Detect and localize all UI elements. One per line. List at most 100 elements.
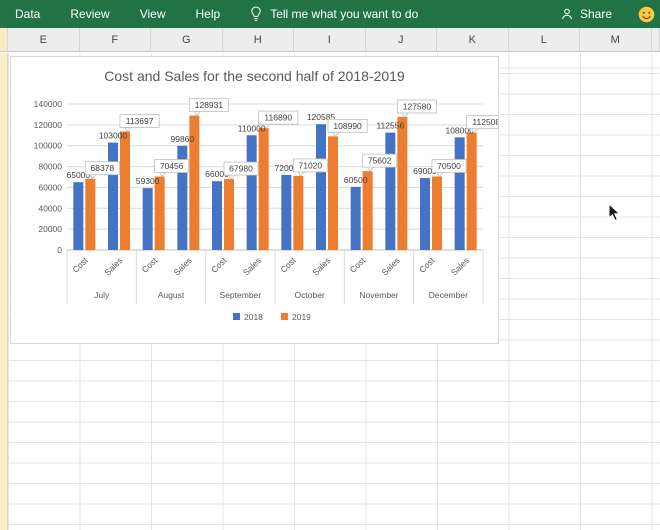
y-tick-label: 100000 xyxy=(34,141,63,151)
data-callout-text: 108990 xyxy=(333,121,362,131)
callout-pointer xyxy=(368,167,374,171)
y-tick-label: 60000 xyxy=(38,182,62,192)
bar-2019-september-cost[interactable] xyxy=(224,179,234,250)
x-category-label: Sales xyxy=(310,255,332,277)
bar-2019-september-sales[interactable] xyxy=(259,128,269,250)
data-label-2018: 59300 xyxy=(136,176,160,186)
lightbulb-icon xyxy=(249,6,263,22)
chart-title[interactable]: Cost and Sales for the second half of 20… xyxy=(11,68,498,84)
data-callout-text: 113697 xyxy=(126,116,154,126)
data-callout-text: 112508 xyxy=(472,117,498,127)
mouse-cursor xyxy=(608,203,622,222)
bar-2019-december-sales[interactable] xyxy=(467,133,477,250)
y-tick-label: 0 xyxy=(57,245,62,255)
tell-me-box[interactable]: Tell me what you want to do xyxy=(249,6,418,22)
column-header-G[interactable]: G xyxy=(151,28,223,51)
data-label-2018: 60500 xyxy=(344,175,368,185)
bar-2019-december-cost[interactable] xyxy=(432,176,442,250)
x-category-label: Sales xyxy=(172,255,194,277)
y-tick-label: 20000 xyxy=(38,224,62,234)
sheet-grid[interactable]: Cost and Sales for the second half of 20… xyxy=(0,53,660,530)
bar-2018-september-sales[interactable] xyxy=(247,135,257,250)
bar-2019-july-cost[interactable] xyxy=(85,179,95,250)
bar-2018-july-cost[interactable] xyxy=(73,182,83,250)
smiley-icon xyxy=(638,6,655,23)
column-header-E[interactable]: E xyxy=(8,28,80,51)
data-callout-text: 75602 xyxy=(368,156,392,166)
data-callout-text: 68378 xyxy=(91,163,115,173)
y-tick-label: 80000 xyxy=(38,162,62,172)
column-header-partial-right xyxy=(652,28,660,51)
bar-2019-august-cost[interactable] xyxy=(155,177,165,250)
share-button[interactable]: Share xyxy=(560,7,612,21)
x-month-label: November xyxy=(359,290,398,300)
y-tick-label: 140000 xyxy=(34,99,63,109)
data-label-2018: 103000 xyxy=(99,131,128,141)
bar-2018-october-cost[interactable] xyxy=(281,175,291,250)
column-header-L[interactable]: L xyxy=(509,28,581,51)
column-header-row: E F G H I J K L M xyxy=(0,28,660,52)
ribbon-tab-review[interactable]: Review xyxy=(55,0,124,28)
bar-2019-november-sales[interactable] xyxy=(397,117,407,250)
x-category-label: Cost xyxy=(417,255,437,275)
bar-2018-october-sales[interactable] xyxy=(316,124,326,250)
bar-2018-november-sales[interactable] xyxy=(385,133,395,250)
ribbon: Data Review View Help Tell me what you w… xyxy=(0,0,660,28)
bar-2018-july-sales[interactable] xyxy=(108,143,118,250)
data-label-2018: 99860 xyxy=(171,134,195,144)
ribbon-tab-view[interactable]: View xyxy=(125,0,181,28)
share-label: Share xyxy=(580,7,612,21)
x-category-label: Cost xyxy=(140,255,160,275)
data-callout-text: 67980 xyxy=(229,164,253,174)
callout-pointer xyxy=(90,175,96,179)
legend-swatch-2018[interactable] xyxy=(233,313,240,320)
column-header-J[interactable]: J xyxy=(366,28,438,51)
data-callout-text: 70500 xyxy=(437,161,461,171)
x-month-label: July xyxy=(94,290,110,300)
column-header-M[interactable]: M xyxy=(580,28,652,51)
callout-pointer xyxy=(402,113,408,117)
y-tick-label: 120000 xyxy=(34,120,63,130)
x-month-label: September xyxy=(220,290,262,300)
x-category-label: Sales xyxy=(102,255,124,277)
data-callout-text: 116890 xyxy=(264,113,292,123)
callout-pointer xyxy=(437,172,443,176)
legend-label-2019[interactable]: 2019 xyxy=(292,312,311,322)
ribbon-tab-help[interactable]: Help xyxy=(181,0,236,28)
bar-2018-august-cost[interactable] xyxy=(143,188,153,250)
bar-2019-july-sales[interactable] xyxy=(120,131,130,250)
tell-me-label: Tell me what you want to do xyxy=(270,7,418,21)
x-category-label: Sales xyxy=(241,255,263,277)
data-callout-text: 71020 xyxy=(299,160,323,170)
column-header-I[interactable]: I xyxy=(294,28,366,51)
x-category-label: Cost xyxy=(70,255,90,275)
x-category-label: Sales xyxy=(380,255,402,277)
x-category-label: Cost xyxy=(278,255,298,275)
x-month-label: August xyxy=(158,290,185,300)
data-callout-text: 128931 xyxy=(195,100,224,110)
column-header-K[interactable]: K xyxy=(437,28,509,51)
callout-pointer xyxy=(333,132,339,136)
feedback-smiley-button[interactable] xyxy=(638,6,655,23)
y-tick-label: 40000 xyxy=(38,203,62,213)
x-category-label: Cost xyxy=(209,255,229,275)
bar-2018-december-sales[interactable] xyxy=(455,137,465,250)
bar-2019-october-cost[interactable] xyxy=(293,176,303,250)
bar-2018-september-cost[interactable] xyxy=(212,181,222,250)
chart-canvas: 0 20000 40000 60000 80000 100000 120000 140000 C… xyxy=(11,57,498,343)
bar-2018-november-cost[interactable] xyxy=(351,187,361,250)
x-category-label: Sales xyxy=(449,255,471,277)
share-person-icon xyxy=(560,7,574,21)
column-header-F[interactable]: F xyxy=(80,28,152,51)
ribbon-tab-data[interactable]: Data xyxy=(0,0,55,28)
highlighted-column-strip xyxy=(0,53,8,530)
callout-pointer xyxy=(194,112,200,116)
callout-pointer xyxy=(298,172,304,176)
bar-2019-october-sales[interactable] xyxy=(328,136,338,250)
chart[interactable]: Cost and Sales for the second half of 20… xyxy=(10,56,499,344)
legend-label-2018[interactable]: 2018 xyxy=(244,312,263,322)
column-header-H[interactable]: H xyxy=(223,28,295,51)
bar-2018-december-cost[interactable] xyxy=(420,178,430,250)
legend-swatch-2019[interactable] xyxy=(281,313,288,320)
x-month-label: December xyxy=(429,290,468,300)
